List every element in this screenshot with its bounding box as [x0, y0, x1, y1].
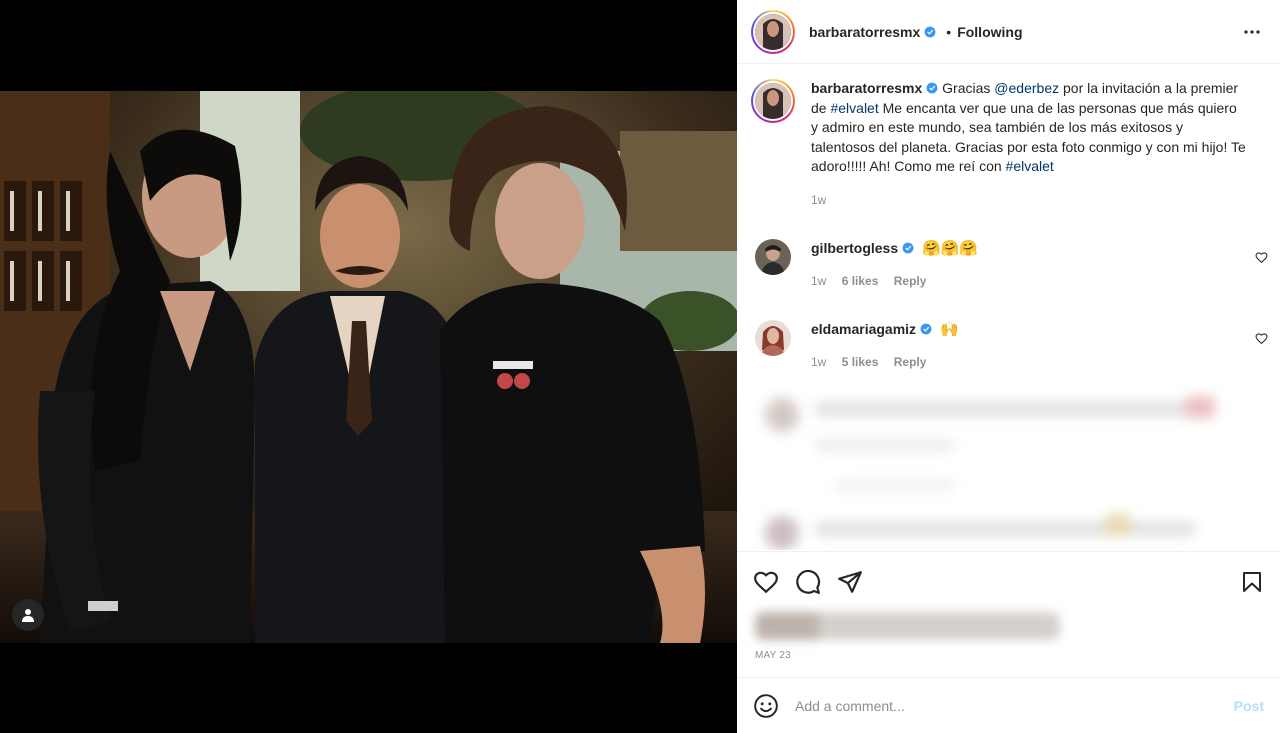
reply-button[interactable]: Reply [894, 355, 927, 369]
caption-time[interactable]: 1w [811, 193, 826, 207]
comment-item: eldamariagamiz 🙌 1w 5 likes Reply [737, 320, 1280, 369]
comment-text: 🙌 [939, 321, 959, 338]
emoji-button[interactable] [753, 693, 779, 719]
comment-username[interactable]: eldamariagamiz [811, 321, 916, 337]
verified-badge-icon [926, 82, 938, 94]
reply-button[interactable]: Reply [894, 274, 927, 288]
user-tags-button[interactable] [12, 599, 44, 631]
verified-badge-icon [920, 323, 932, 335]
hashtag-link[interactable]: #elvalet [1006, 158, 1054, 174]
comment-likes[interactable]: 6 likes [842, 274, 879, 288]
save-button[interactable] [1240, 570, 1264, 594]
caption-text: barbaratorresmx Gracias @ederbez por la … [811, 79, 1247, 211]
user-tags-icon [22, 609, 34, 622]
caption-avatar[interactable] [751, 79, 795, 123]
more-options-icon [1244, 29, 1260, 34]
verified-badge-icon [924, 26, 936, 37]
commenter-avatar[interactable] [755, 320, 791, 356]
commenter-avatar[interactable] [755, 239, 791, 275]
caption-text-part: Gracias [942, 80, 995, 96]
comment-username[interactable]: gilbertogless [811, 240, 898, 256]
hashtag-link[interactable]: #elvalet [830, 100, 878, 116]
post-header: barbaratorresmx • Following [737, 0, 1280, 64]
like-button[interactable] [753, 569, 779, 595]
bookmark-icon [1243, 572, 1261, 592]
comment-time[interactable]: 1w [811, 274, 826, 288]
comment-like-button[interactable] [1255, 251, 1268, 269]
add-comment-bar: Post [737, 677, 1280, 733]
paper-plane-icon [838, 571, 862, 593]
share-button[interactable] [837, 569, 863, 595]
add-comment-input[interactable] [795, 697, 1234, 714]
heart-icon [1255, 252, 1268, 264]
caption-username[interactable]: barbaratorresmx [811, 80, 922, 96]
separator-dot: • [946, 23, 952, 40]
mention-link[interactable]: @ederbez [994, 80, 1059, 96]
comments-scroll-area[interactable]: barbaratorresmx Gracias @ederbez por la … [737, 65, 1280, 550]
emoji-smile-icon [754, 693, 778, 718]
verified-badge-icon [902, 242, 914, 254]
comment-icon [796, 569, 821, 594]
heart-icon [1255, 333, 1268, 345]
more-options-button[interactable] [1240, 20, 1264, 44]
post-comment-button[interactable]: Post [1234, 698, 1264, 714]
comment-time[interactable]: 1w [811, 355, 826, 369]
caption: barbaratorresmx Gracias @ederbez por la … [737, 65, 1280, 211]
comment-item: gilbertogless 🤗🤗🤗 1w 6 likes Reply [737, 239, 1280, 288]
heart-icon [754, 571, 778, 594]
blurred-comments [745, 388, 1265, 550]
post-actions: MAY 23 [737, 551, 1280, 661]
comment-likes[interactable]: 5 likes [842, 355, 879, 369]
post-photo[interactable] [0, 91, 737, 643]
comment-like-button[interactable] [1255, 332, 1268, 350]
comment-text: 🤗🤗🤗 [922, 240, 979, 257]
likes-summary-blurred [755, 612, 1060, 640]
post-side-panel: barbaratorresmx • Following barbaratorre… [737, 0, 1280, 733]
comment-button[interactable] [795, 569, 821, 595]
author-username[interactable]: barbaratorresmx [809, 24, 920, 40]
author-avatar[interactable] [751, 9, 795, 54]
post-media [0, 0, 737, 733]
following-button[interactable]: Following [957, 24, 1022, 40]
post-date[interactable]: MAY 23 [755, 650, 1264, 661]
